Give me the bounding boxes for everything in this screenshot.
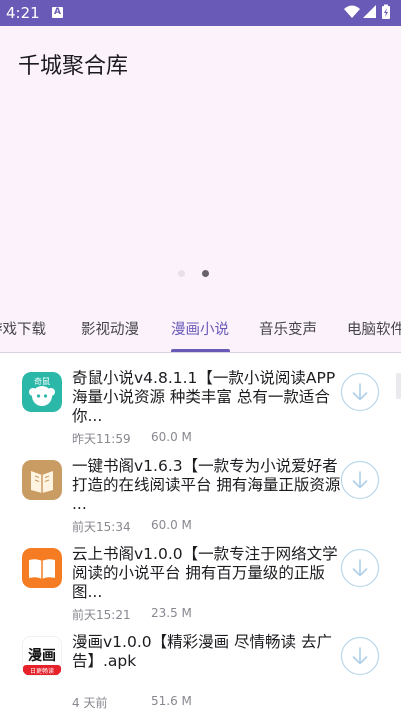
icon-text: 奇鼠 bbox=[34, 376, 50, 386]
scroll-indicator[interactable] bbox=[396, 373, 401, 399]
download-button[interactable] bbox=[341, 549, 379, 587]
list-item[interactable]: 一键书阁v1.6.3【一款专为小说爱好者打造的在线阅读平台 拥有海量正版资源 .… bbox=[0, 441, 401, 534]
header-banner: 千城聚合库 bbox=[0, 26, 401, 312]
tab-pc-software[interactable]: 电脑软件 bbox=[347, 318, 401, 339]
status-bar: 4:21 A bbox=[0, 0, 401, 26]
carousel-dot[interactable] bbox=[178, 270, 185, 277]
download-icon bbox=[352, 647, 368, 665]
carousel-dot-active[interactable] bbox=[202, 270, 209, 277]
item-title: 漫画v1.0.0【精彩漫画 尽情畅读 去广告】.apk bbox=[72, 633, 332, 670]
mouse-reader-icon: 奇鼠 bbox=[22, 372, 62, 412]
tab-manga-novels[interactable]: 漫画小说 bbox=[171, 318, 229, 339]
tab-video-anime[interactable]: 影视动漫 bbox=[81, 318, 139, 339]
tab-music[interactable]: 音乐变声 bbox=[259, 318, 317, 339]
open-book-icon bbox=[22, 548, 62, 588]
download-button[interactable] bbox=[341, 373, 379, 411]
download-button[interactable] bbox=[341, 461, 379, 499]
item-title: 奇鼠小说v4.8.1.1【一款小说阅读APP 海量小说资源 种类丰富 总有一款适… bbox=[72, 369, 336, 425]
item-size: 51.6 M bbox=[151, 694, 192, 708]
battery-icon bbox=[382, 4, 390, 19]
status-time: 4:21 bbox=[6, 4, 40, 22]
item-date: 4 天前 bbox=[72, 696, 108, 710]
status-icons bbox=[344, 4, 390, 19]
tab-games[interactable]: 游戏下载 bbox=[0, 318, 46, 339]
download-icon bbox=[352, 559, 368, 577]
signal-icon bbox=[363, 5, 376, 18]
book-icon bbox=[22, 460, 62, 500]
tab-indicator bbox=[171, 349, 230, 352]
item-title: 一键书阁v1.6.3【一款专为小说爱好者打造的在线阅读平台 拥有海量正版资源 .… bbox=[72, 457, 341, 513]
list-item[interactable]: 云上书阁v1.0.0【一款专注于网络文学阅读的小说平台 拥有百万量级的正版图..… bbox=[0, 529, 401, 622]
list-item[interactable]: 漫画 日更畅读 漫画v1.0.0【精彩漫画 尽情畅读 去广告】.apk 4 天前… bbox=[0, 617, 401, 710]
app-title: 千城聚合库 bbox=[18, 54, 129, 79]
item-title: 云上书阁v1.0.0【一款专注于网络文学阅读的小说平台 拥有百万量级的正版图..… bbox=[72, 545, 338, 601]
download-icon bbox=[352, 471, 368, 489]
icon-subtext: 日更畅读 bbox=[30, 667, 54, 675]
category-tabs: 游戏下载 影视动漫 漫画小说 音乐变声 电脑软件 bbox=[0, 312, 401, 353]
icon-text: 漫画 bbox=[28, 647, 56, 664]
notification-badge-icon: A bbox=[52, 7, 63, 18]
wifi-icon bbox=[344, 5, 360, 18]
download-button[interactable] bbox=[341, 637, 379, 675]
download-icon bbox=[352, 383, 368, 401]
manga-icon: 漫画 日更畅读 bbox=[22, 636, 62, 676]
list-item[interactable]: 奇鼠 奇鼠小说v4.8.1.1【一款小说阅读APP 海量小说资源 种类丰富 总有… bbox=[0, 353, 401, 446]
